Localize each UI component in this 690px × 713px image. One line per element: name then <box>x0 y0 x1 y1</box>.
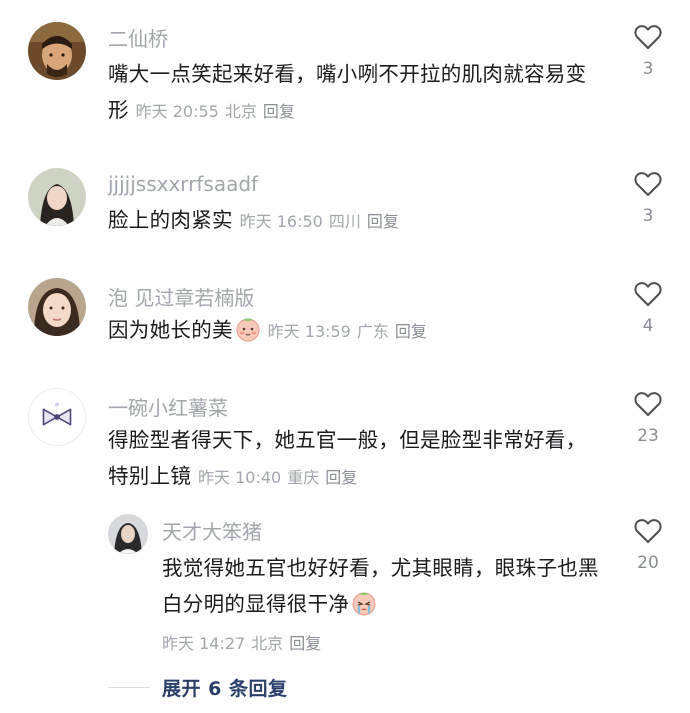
reply-button[interactable]: 回复 <box>289 634 321 653</box>
comment-meta: 昨天 13:59 广东 回复 <box>268 322 433 341</box>
comment-text: 脸上的肉紧实 昨天 16:50 四川 回复 <box>108 202 598 240</box>
heart-icon <box>634 282 662 306</box>
avatar[interactable] <box>28 278 86 336</box>
bow-icon <box>29 389 85 445</box>
comment-time: 昨天 16:50 <box>239 212 323 231</box>
reply-text: 我觉得她五官也好好看，尤其眼睛，眼珠子也黑白分明的显得很干净 <box>162 550 602 627</box>
comment-location: 重庆 <box>287 468 320 487</box>
heart-icon <box>634 172 662 196</box>
reply-button[interactable]: 回复 <box>325 468 357 487</box>
comment-time: 昨天 13:59 <box>267 322 351 341</box>
expand-replies-label[interactable]: 展开 6 条回复 <box>162 674 287 701</box>
username[interactable]: jjjjjssxxrrfsaadf <box>108 172 258 196</box>
avatar-woman-icon <box>28 168 86 226</box>
like-button[interactable]: 3 <box>620 171 676 226</box>
comment-text: 得脸型者得天下，她五官一般，但是脸型非常好看，特别上镜 昨天 10:40 重庆 回复 <box>108 428 587 488</box>
crying-face-emoji <box>351 590 377 627</box>
divider <box>108 686 150 688</box>
like-count: 4 <box>642 316 654 336</box>
reply-button[interactable]: 回复 <box>263 102 295 121</box>
reply-button[interactable]: 回复 <box>367 212 399 231</box>
comment-meta: 昨天 16:50 四川 回复 <box>240 212 405 231</box>
comment-time: 昨天 14:27 <box>162 634 246 653</box>
blush-face-emoji <box>235 316 261 353</box>
like-button[interactable]: 23 <box>620 391 676 446</box>
username[interactable]: 泡 见过章若楠版 <box>108 282 254 311</box>
expand-replies-button[interactable]: 展开 6 条回复 <box>108 672 287 702</box>
like-count: 23 <box>637 426 659 446</box>
avatar-man-icon <box>28 22 86 80</box>
reply-meta: 昨天 14:27 北京 回复 <box>162 630 327 654</box>
like-button[interactable]: 3 <box>620 24 676 79</box>
heart-icon <box>634 25 662 49</box>
heart-icon <box>634 519 662 543</box>
like-count: 3 <box>642 206 654 226</box>
avatar-woman-icon <box>108 514 148 554</box>
comment-text: 嘴大一点笑起来好看，嘴小咧不开拉的肌肉就容易变形 昨天 20:55 北京 回复 <box>108 62 587 122</box>
like-button[interactable]: 4 <box>620 281 676 336</box>
comment-location: 北京 <box>251 634 284 653</box>
like-count: 20 <box>637 553 659 573</box>
comment-time: 昨天 10:40 <box>198 468 282 487</box>
heart-icon <box>634 392 662 416</box>
comment-meta: 昨天 10:40 重庆 回复 <box>198 468 363 487</box>
avatar[interactable] <box>28 168 86 226</box>
username[interactable]: 天才大笨猪 <box>162 516 262 545</box>
comment-time: 昨天 20:55 <box>135 102 219 121</box>
comment-text: 因为她长的美 昨天 13:59 广东 回复 <box>108 312 598 353</box>
avatar[interactable] <box>28 388 86 446</box>
avatar-woman-icon <box>28 278 86 336</box>
like-button[interactable]: 20 <box>620 518 676 573</box>
like-count: 3 <box>642 59 654 79</box>
comment-meta: 昨天 20:55 北京 回复 <box>136 102 301 121</box>
username[interactable]: 一碗小红薯菜 <box>108 392 228 421</box>
comment-location: 广东 <box>356 322 389 341</box>
avatar[interactable] <box>108 514 148 554</box>
reply-button[interactable]: 回复 <box>395 322 427 341</box>
avatar[interactable] <box>28 22 86 80</box>
comment-location: 北京 <box>224 102 257 121</box>
username[interactable]: 二仙桥 <box>108 23 168 52</box>
comment-location: 四川 <box>328 212 361 231</box>
